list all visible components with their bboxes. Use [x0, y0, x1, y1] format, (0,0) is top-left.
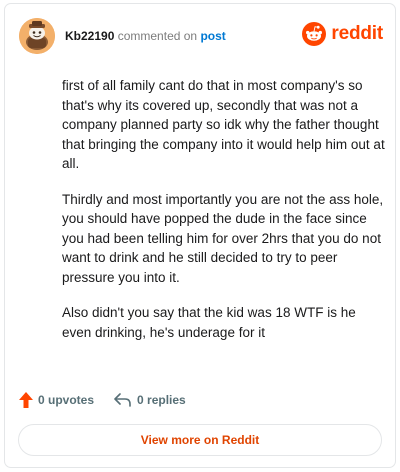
comment-actions: 0 upvotes 0 replies	[19, 392, 186, 408]
view-more-button[interactable]: View more on Reddit	[18, 424, 382, 456]
reply-button[interactable]: 0 replies	[114, 393, 186, 407]
commented-on-text: commented on	[117, 29, 198, 43]
comment-paragraph: first of all family cant do that in most…	[62, 78, 385, 171]
avatar[interactable]	[19, 18, 55, 54]
username[interactable]: Kb22190	[65, 29, 114, 43]
upvote-count: 0 upvotes	[38, 393, 95, 407]
upvote-arrow-icon	[19, 392, 33, 408]
reddit-alien-icon	[302, 22, 327, 46]
embedded-comment-card: Kb22190 commented on post reddit first o…	[4, 3, 396, 468]
reddit-wordmark: reddit	[331, 23, 383, 44]
upvote-button[interactable]: 0 upvotes	[19, 392, 94, 408]
reddit-logo[interactable]: reddit	[302, 22, 383, 46]
comment-body: first of all family cant do that in most…	[62, 76, 388, 358]
snoo-avatar-icon	[19, 18, 55, 54]
comment-paragraph: Also didn't you say that the kid was 18 …	[62, 305, 356, 340]
post-link[interactable]: post	[200, 29, 225, 43]
comment-paragraph: Thirdly and most importantly you are not…	[62, 191, 384, 285]
reply-count: 0 replies	[137, 393, 186, 407]
reply-arrow-icon	[114, 393, 131, 407]
comment-header: Kb22190 commented on post	[65, 29, 226, 43]
